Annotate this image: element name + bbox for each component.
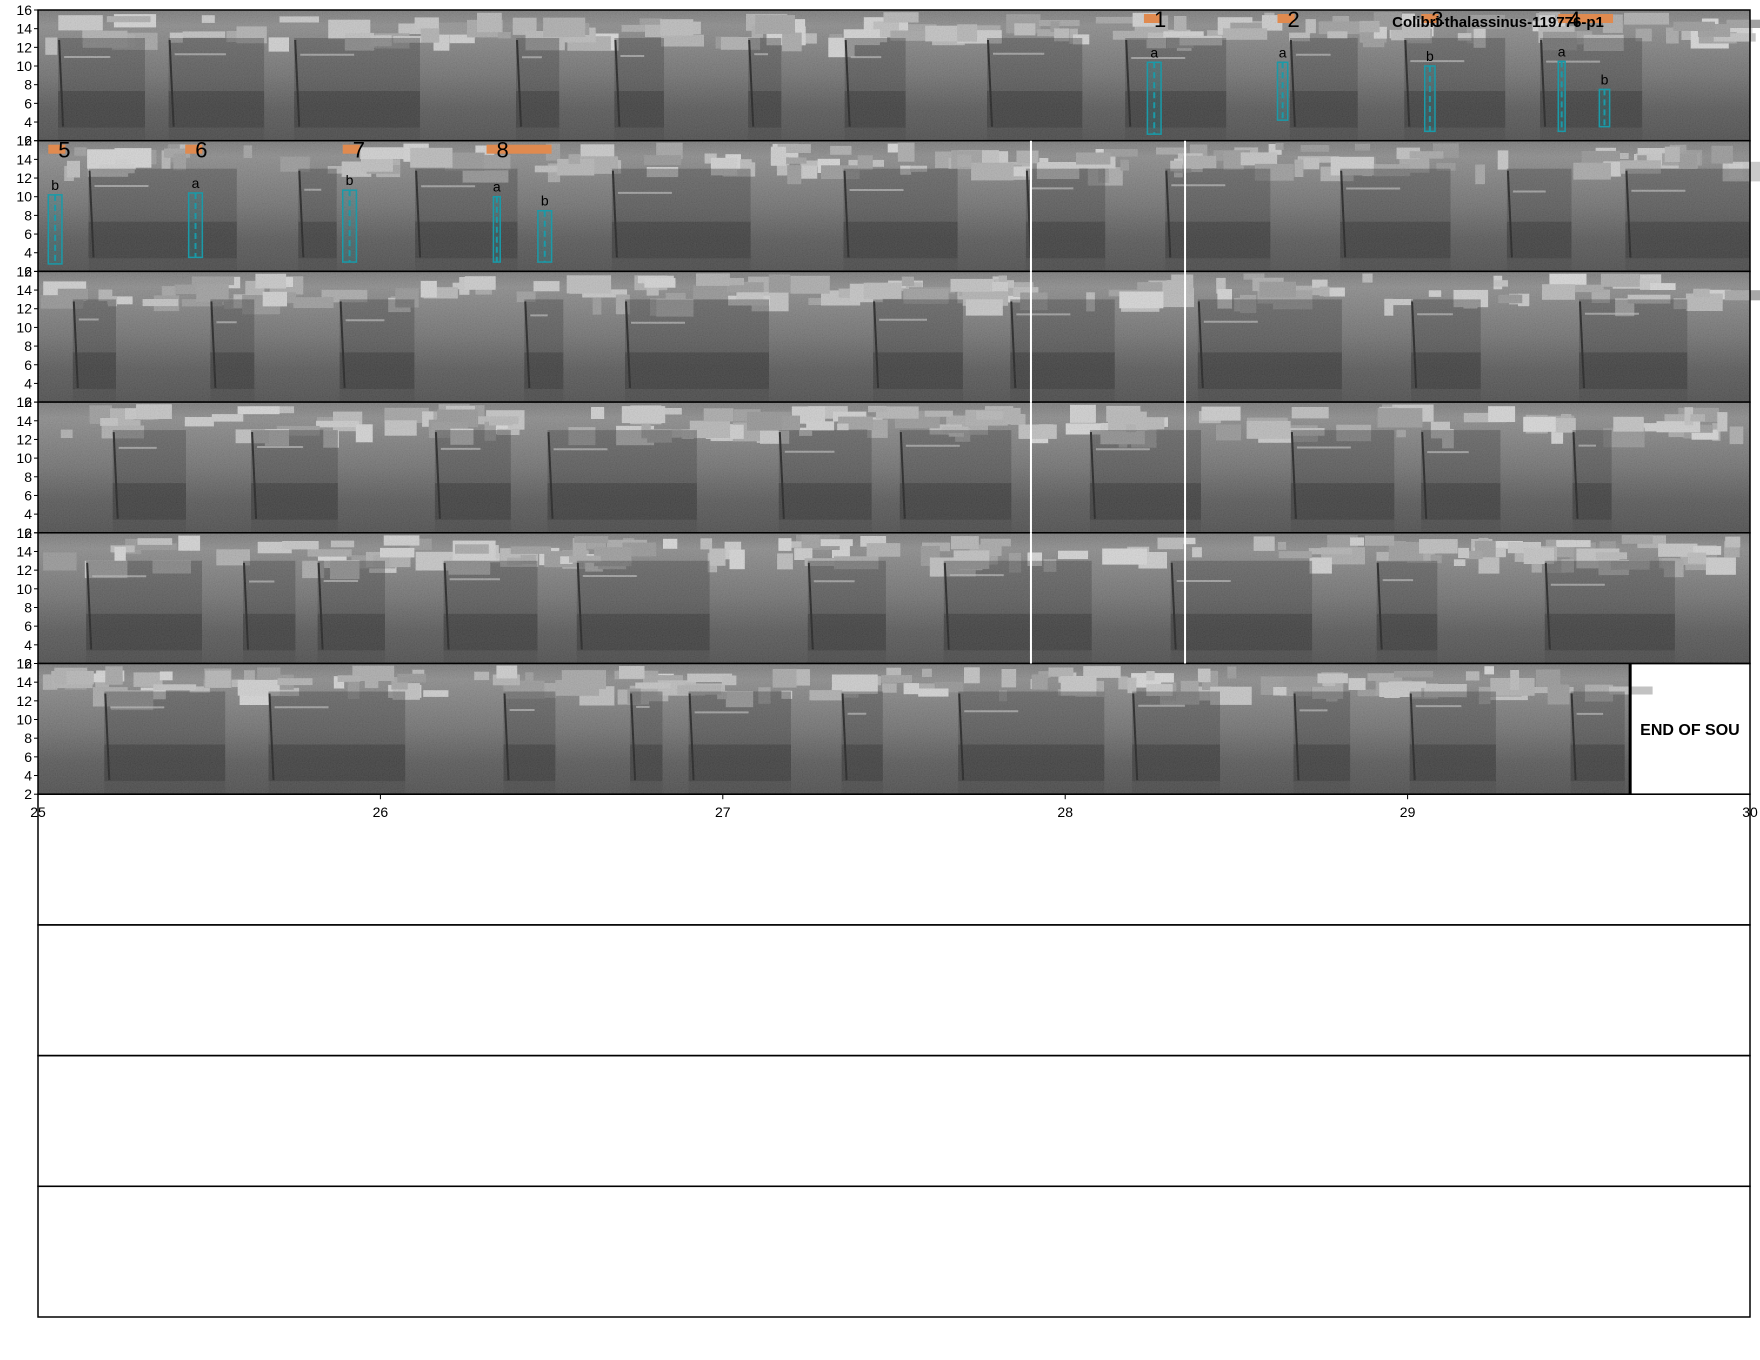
x-tick-label: 25 (30, 804, 46, 820)
y-tick-label: 12 (16, 170, 32, 186)
y-tick-label: 16 (16, 2, 32, 18)
chart-title: Colibri-thalassinus-119776-p1 (1392, 14, 1604, 31)
y-tick-label: 8 (24, 207, 32, 223)
y-tick-label: 8 (24, 730, 32, 746)
y-tick-label: 4 (24, 245, 32, 261)
y-tick-label: 4 (24, 506, 32, 522)
y-tick-label: 10 (16, 319, 32, 335)
y-tick-label: 14 (16, 413, 32, 429)
y-tick-label: 14 (16, 674, 32, 690)
annotation-letter: a (192, 175, 200, 191)
y-tick-label: 4 (24, 768, 32, 784)
y-tick-label: 6 (24, 749, 32, 765)
y-tick-label: 12 (16, 562, 32, 578)
y-tick-label: 12 (16, 301, 32, 317)
spectrogram-row (37, 1185, 1751, 1318)
y-tick-label: 8 (24, 599, 32, 615)
noise-texture (38, 663, 1631, 795)
noise-texture (38, 402, 1750, 533)
annotation-box (1276, 61, 1289, 121)
y-tick-label: 14 (16, 282, 32, 298)
annotation-number: 1 (1154, 7, 1166, 32)
x-tick-label: 28 (1057, 804, 1073, 820)
end-of-sound-label: END OF SOU (1640, 722, 1740, 739)
x-tick-label: 27 (715, 804, 731, 820)
annotation-letter: b (346, 172, 354, 188)
y-tick-label: 4 (24, 375, 32, 391)
spectrogram-row (37, 401, 1751, 534)
noise-texture (38, 271, 1750, 403)
annotation-letter: a (1558, 43, 1566, 59)
y-tick-label: 12 (16, 39, 32, 55)
y-tick-label: 4 (24, 114, 32, 130)
y-tick-label: 6 (24, 618, 32, 634)
row-frame (37, 1185, 1751, 1318)
y-tick-label: 6 (24, 487, 32, 503)
spectrogram-rows (37, 9, 1760, 1318)
row-frame (37, 793, 1751, 926)
spectrogram-row (37, 793, 1751, 926)
y-tick-label: 14 (16, 21, 32, 37)
y-tick-label: 10 (16, 58, 32, 74)
annotation-number: 5 (58, 138, 70, 163)
y-tick-label: 10 (16, 581, 32, 597)
y-tick-label: 10 (16, 450, 32, 466)
annotation-letter: b (51, 177, 59, 193)
annotation-letter: b (1601, 71, 1609, 87)
noise-texture (38, 532, 1750, 664)
y-tick-label: 14 (16, 543, 32, 559)
annotation-number: 8 (497, 138, 509, 163)
y-tick-label: 4 (24, 637, 32, 653)
annotation-number: 2 (1287, 7, 1299, 32)
y-tick-label: 16 (16, 263, 32, 279)
x-tick-label: 29 (1400, 804, 1416, 820)
y-tick-label: 16 (16, 394, 32, 410)
annotation-letter: a (493, 179, 501, 195)
y-tick-label: 8 (24, 77, 32, 93)
y-tick-label: 2 (24, 786, 32, 802)
annotation-number: 6 (195, 138, 207, 163)
annotation-number: 7 (353, 138, 365, 163)
spectrogram-row (37, 270, 1760, 403)
spectrogram-row (37, 662, 1751, 795)
y-tick-label: 10 (16, 189, 32, 205)
row-frame (37, 924, 1751, 1057)
x-tick-label: 26 (373, 804, 389, 820)
y-tick-label: 8 (24, 469, 32, 485)
spectrogram-row (37, 139, 1760, 273)
spectrogram-figure: END OF SOU1a2a3b4ab5b6a7b8ab 24681012141… (16, 2, 1760, 1318)
y-tick-label: 6 (24, 226, 32, 242)
y-tick-label: 16 (16, 656, 32, 672)
y-tick-label: 14 (16, 151, 32, 167)
y-tick-label: 8 (24, 338, 32, 354)
spectrogram-row (37, 1054, 1751, 1188)
x-tick-label: 30 (1742, 804, 1758, 820)
spectrogram-row (37, 924, 1751, 1057)
annotation-letter: a (1150, 44, 1158, 60)
y-tick-label: 6 (24, 357, 32, 373)
y-tick-label: 10 (16, 712, 32, 728)
annotation-letter: b (1426, 48, 1434, 64)
y-tick-label: 16 (16, 133, 32, 149)
y-tick-label: 16 (16, 525, 32, 541)
y-tick-label: 6 (24, 95, 32, 111)
y-tick-label: 12 (16, 693, 32, 709)
noise-texture (38, 140, 1750, 272)
spectrogram-row (37, 532, 1751, 665)
row-frame (37, 1054, 1751, 1188)
annotation-letter: a (1279, 44, 1287, 60)
y-tick-label: 12 (16, 431, 32, 447)
annotation-letter: b (541, 193, 549, 209)
